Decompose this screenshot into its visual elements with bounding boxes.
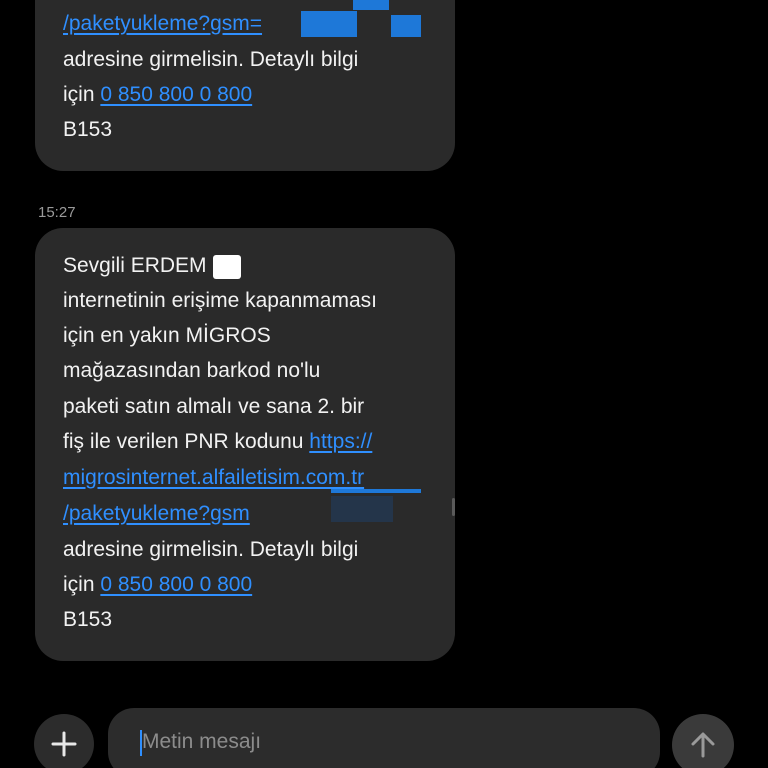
- message-line: için en yakın MİGROS: [63, 324, 271, 347]
- phone-link[interactable]: 0 850 800 0 800: [100, 573, 252, 596]
- message-line: paketi satın almalı ve sana 2. bir: [63, 395, 365, 418]
- message-line: B153: [63, 118, 113, 141]
- message-text: için: [63, 573, 95, 596]
- redaction-block: [301, 11, 357, 37]
- message-input[interactable]: Metin mesajı: [108, 708, 660, 768]
- message-line: Sevgili ERDEM: [63, 254, 207, 277]
- scrollbar-handle[interactable]: [452, 498, 455, 516]
- message-line: /paketyukleme?gsm: [63, 496, 250, 531]
- plus-icon: [51, 731, 77, 757]
- message-line: adresine girmelisin. Detaylı bilgi: [63, 48, 359, 71]
- message-line: için 0 850 800 0 800: [63, 77, 252, 112]
- message-input-placeholder: Metin mesajı: [142, 730, 262, 753]
- message-line: mağazasından barkod no'lu: [63, 359, 321, 382]
- url-link[interactable]: /paketyukleme?gsm: [63, 502, 250, 525]
- redaction-block: [391, 15, 421, 37]
- message-line: B153: [63, 608, 113, 631]
- arrow-up-icon: [691, 732, 715, 758]
- composer-bar: Metin mesajı: [0, 700, 768, 768]
- redaction-block: [353, 0, 389, 10]
- redaction-block: [213, 255, 241, 279]
- message-line: adresine girmelisin. Detaylı bilgi: [63, 538, 359, 561]
- message-text: için: [63, 83, 95, 106]
- add-attachment-button[interactable]: [34, 714, 94, 768]
- message-link[interactable]: /paketyukleme?gsm=: [63, 12, 262, 35]
- url-link[interactable]: migrosinternet.alfailetisim.com.tr: [63, 466, 364, 489]
- message-text: fiş ile verilen PNR kodunu: [63, 430, 304, 453]
- send-button[interactable]: [672, 714, 734, 768]
- message-bubble[interactable]: Sevgili ERDEM internetinin erişime kapan…: [35, 228, 455, 661]
- message-line: için 0 850 800 0 800: [63, 567, 252, 602]
- url-link[interactable]: https://: [309, 430, 372, 453]
- message-line[interactable]: /paketyukleme?gsm=: [63, 6, 262, 41]
- redaction-block: [331, 489, 421, 493]
- redaction-block: [331, 496, 393, 522]
- phone-link[interactable]: 0 850 800 0 800: [100, 83, 252, 106]
- message-line: fiş ile verilen PNR kodunu https://: [63, 424, 372, 459]
- message-line: internetinin erişime kapanmaması: [63, 289, 377, 312]
- message-bubble-previous[interactable]: /paketyukleme?gsm= adresine girmelisin. …: [35, 0, 455, 171]
- message-line: migrosinternet.alfailetisim.com.tr: [63, 460, 364, 495]
- message-timestamp: 15:27: [38, 204, 76, 221]
